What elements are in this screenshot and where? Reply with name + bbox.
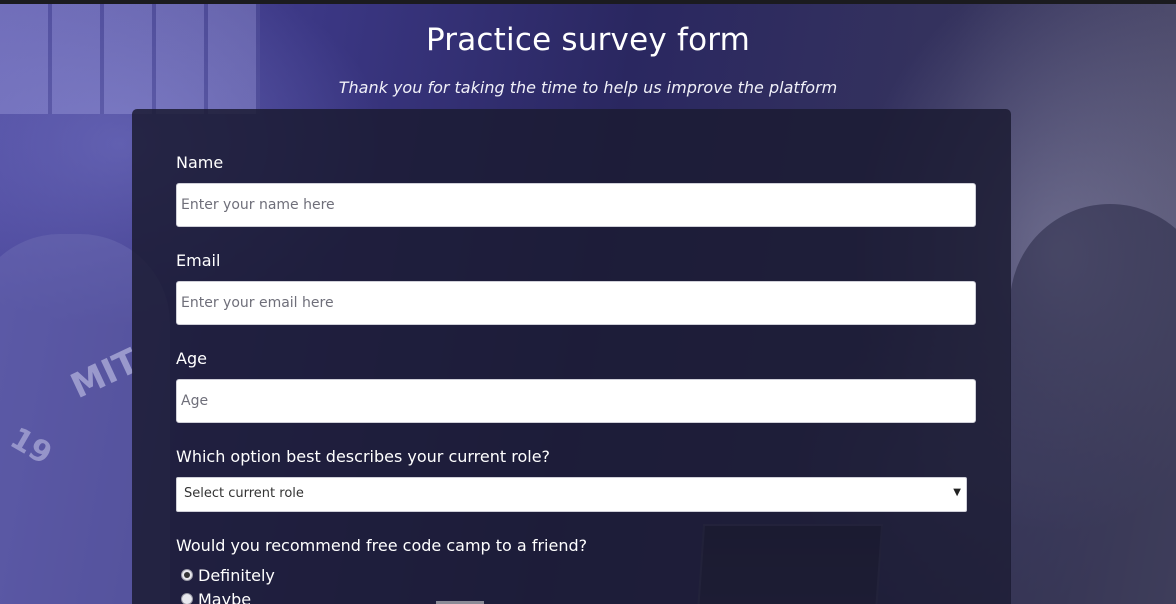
radio-label: Maybe xyxy=(198,589,252,604)
recommend-label: Would you recommend free code camp to a … xyxy=(176,536,588,555)
background-person-right xyxy=(1010,204,1176,604)
radio-option-maybe[interactable]: Maybe xyxy=(176,588,976,604)
radio-button-icon[interactable] xyxy=(181,569,193,581)
email-input[interactable] xyxy=(176,281,976,325)
role-selected-value: Select current role xyxy=(184,486,304,501)
age-group: Age xyxy=(176,349,976,423)
page-header: Practice survey form Thank you for takin… xyxy=(0,22,1176,97)
page-title: Practice survey form xyxy=(425,22,751,58)
email-label: Email xyxy=(176,251,221,270)
name-label: Name xyxy=(176,153,224,172)
page-description: Thank you for taking the time to help us… xyxy=(338,78,838,97)
age-label: Age xyxy=(176,349,207,368)
survey-form: Name Email Age Which option best describ… xyxy=(132,109,1011,604)
radio-button-icon[interactable] xyxy=(181,593,193,604)
radio-option-definitely[interactable]: Definitely xyxy=(176,564,976,586)
recommend-group: Would you recommend free code camp to a … xyxy=(176,536,976,604)
age-input[interactable] xyxy=(176,379,976,423)
name-input[interactable] xyxy=(176,183,976,227)
name-group: Name xyxy=(176,153,976,227)
email-group: Email xyxy=(176,251,976,325)
role-dropdown[interactable]: Select current role ▼ xyxy=(176,477,967,512)
role-label: Which option best describes your current… xyxy=(176,447,551,466)
role-group: Which option best describes your current… xyxy=(176,447,976,512)
radio-label: Definitely xyxy=(198,565,275,585)
dropdown-arrow-icon: ▼ xyxy=(953,487,961,498)
